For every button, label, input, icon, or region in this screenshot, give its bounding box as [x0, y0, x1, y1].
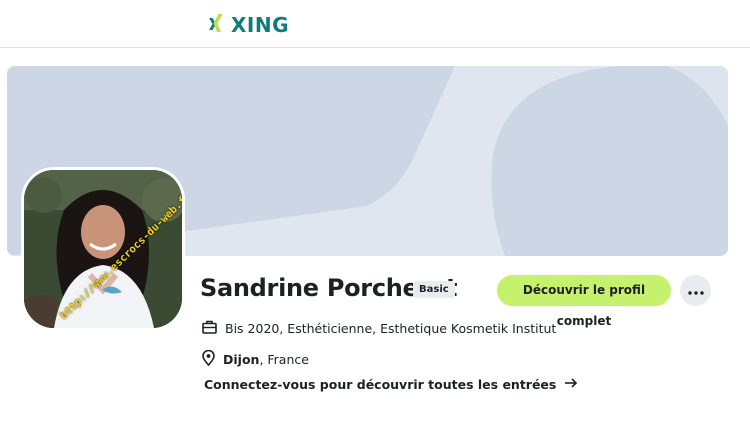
- job-row: Bis 2020, Esthéticienne, Esthetique Kosm…: [202, 320, 556, 337]
- view-full-profile-button[interactable]: Découvrir le profil complet: [497, 275, 671, 328]
- membership-badge: Basic: [413, 281, 455, 298]
- location-pin-icon: [202, 349, 215, 369]
- avatar[interactable]: http://www.escrocs-du-web.fr: [24, 170, 182, 328]
- connect-link-text: Connectez-vous pour découvrir toutes les…: [204, 377, 557, 392]
- location-text: Dijon, France: [223, 352, 309, 367]
- location-city: Dijon: [223, 352, 260, 367]
- briefcase-icon: [202, 320, 217, 337]
- top-header: XING: [0, 0, 750, 48]
- job-text: Bis 2020, Esthéticienne, Esthetique Kosm…: [225, 321, 557, 336]
- location-country: , France: [259, 352, 309, 367]
- location-row: Dijon, France: [202, 349, 309, 369]
- arrow-right-icon: [564, 377, 578, 392]
- logo-text: XING: [231, 13, 290, 37]
- connect-link[interactable]: Connectez-vous pour découvrir toutes les…: [204, 377, 578, 392]
- more-options-button[interactable]: [680, 275, 711, 306]
- xing-logo[interactable]: XING: [208, 13, 289, 37]
- more-dots-icon: [687, 283, 704, 298]
- xing-x-icon: [208, 13, 226, 37]
